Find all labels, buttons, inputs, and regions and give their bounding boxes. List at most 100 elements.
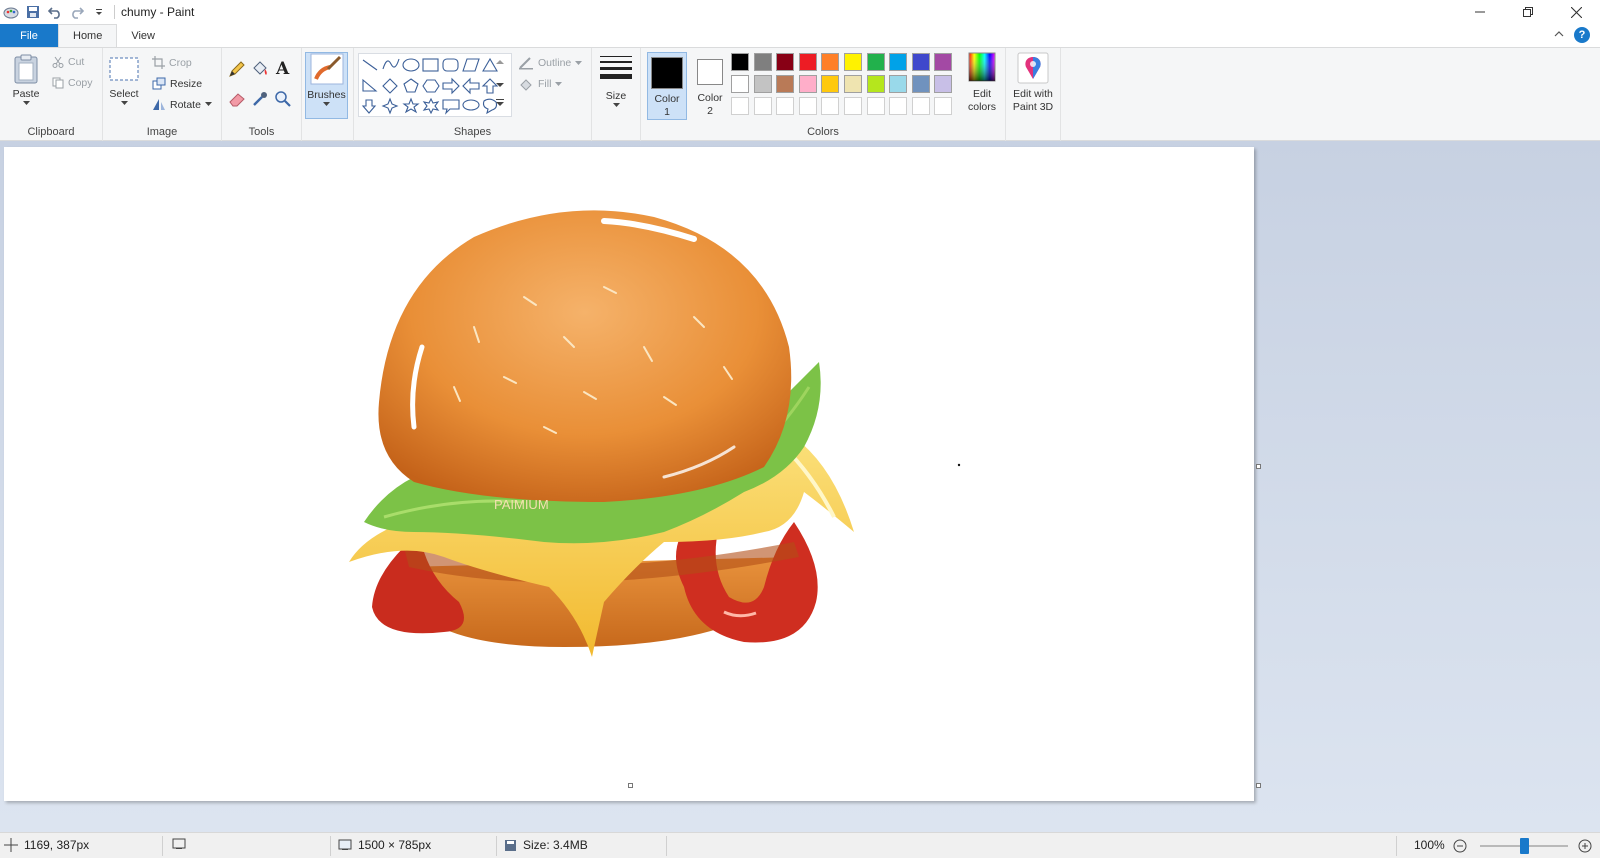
eraser-icon[interactable]: [228, 90, 246, 108]
customize-dropdown-icon[interactable]: [90, 3, 108, 21]
svg-text:A: A: [275, 59, 290, 77]
ribbon: Paste Cut Copy Clipboard Select Crop Res…: [0, 47, 1600, 141]
resize-label: Resize: [170, 77, 203, 90]
tab-home[interactable]: Home: [58, 24, 118, 47]
outline-button[interactable]: Outline: [518, 56, 583, 70]
palette-swatch[interactable]: [844, 53, 862, 71]
color1-label-line2: 1: [664, 106, 670, 118]
palette-swatch[interactable]: [798, 75, 817, 93]
minimize-button[interactable]: [1456, 0, 1504, 24]
image-group-label: Image: [146, 126, 178, 138]
palette-swatch[interactable]: [911, 75, 930, 93]
palette-swatch[interactable]: [753, 75, 772, 93]
help-icon[interactable]: ?: [1574, 27, 1590, 43]
shapes-scroll-up-icon[interactable]: [496, 56, 504, 68]
palette-swatch[interactable]: [821, 75, 840, 93]
color1-swatch: [651, 57, 683, 89]
palette-swatch[interactable]: [776, 53, 795, 71]
zoom-slider-thumb[interactable]: [1520, 838, 1529, 854]
save-icon[interactable]: [24, 3, 42, 21]
palette-swatch-empty[interactable]: [844, 97, 862, 115]
palette-swatch[interactable]: [866, 53, 885, 71]
file-size: Size: 3.4MB: [504, 838, 588, 852]
disk-icon: [505, 839, 516, 851]
quick-access-toolbar: [0, 3, 108, 21]
palette-swatch[interactable]: [821, 53, 840, 71]
canvas-resize-handle-corner[interactable]: [1256, 783, 1261, 788]
zoom-out-button[interactable]: [1453, 839, 1467, 853]
fill-button[interactable]: Fill: [518, 77, 563, 91]
chevron-down-icon: [575, 60, 583, 65]
burger-painting: PAIMIUM: [349, 210, 961, 657]
size-button[interactable]: Size: [596, 54, 636, 108]
palette-swatch[interactable]: [753, 53, 772, 71]
fill-bucket-icon[interactable]: [251, 60, 269, 78]
window-controls: [1456, 0, 1600, 24]
palette-swatch-empty[interactable]: [911, 97, 930, 115]
paint-app-icon[interactable]: [2, 3, 20, 21]
text-icon[interactable]: A: [274, 59, 292, 77]
palette-swatch[interactable]: [731, 75, 749, 93]
palette-swatch[interactable]: [866, 75, 885, 93]
collapse-ribbon-icon[interactable]: [1554, 29, 1564, 41]
edit-with-paint3d-button[interactable]: Edit with Paint 3D: [1007, 52, 1059, 114]
edit-colors-button[interactable]: Edit colors: [961, 52, 1003, 114]
cursor-position: 1169, 387px: [4, 838, 89, 852]
shapes-expand-icon[interactable]: [496, 98, 504, 110]
shapes-gallery[interactable]: [358, 53, 512, 117]
brushes-button[interactable]: Brushes: [305, 52, 348, 119]
palette-swatch-empty[interactable]: [776, 97, 795, 115]
palette-swatch-empty[interactable]: [866, 97, 885, 115]
palette-swatch-empty[interactable]: [934, 97, 953, 115]
palette-swatch-empty[interactable]: [731, 97, 749, 115]
tab-file[interactable]: File: [0, 24, 58, 47]
selection-rectangle-icon: [109, 57, 139, 81]
palette-swatch-empty[interactable]: [889, 97, 908, 115]
palette-swatch-empty[interactable]: [821, 97, 840, 115]
restore-button[interactable]: [1504, 0, 1552, 24]
rotate-label: Rotate: [170, 98, 201, 111]
tab-view[interactable]: View: [117, 24, 169, 47]
color-picker-icon[interactable]: [251, 90, 269, 108]
paste-label: Paste: [12, 88, 40, 100]
color-spectrum-icon: [968, 52, 996, 82]
palette-swatch[interactable]: [889, 75, 908, 93]
redo-icon[interactable]: [68, 3, 86, 21]
tools-group: A Tools: [222, 48, 302, 141]
palette-swatch-empty[interactable]: [798, 97, 817, 115]
palette-swatch[interactable]: [889, 53, 908, 71]
paste-button[interactable]: Paste: [8, 54, 44, 106]
cut-button[interactable]: Cut: [52, 56, 84, 68]
color1-button[interactable]: Color 1: [647, 52, 687, 120]
undo-icon[interactable]: [46, 3, 64, 21]
canvas-resize-handle-bottom[interactable]: [628, 783, 633, 788]
copy-button[interactable]: Copy: [52, 77, 93, 89]
edit-colors-label-line2: colors: [967, 101, 996, 113]
palette-swatch-empty[interactable]: [753, 97, 772, 115]
palette-swatch[interactable]: [844, 75, 862, 93]
palette-swatch[interactable]: [731, 53, 749, 71]
zoom-in-button[interactable]: [1578, 839, 1592, 853]
drawing-canvas[interactable]: PAIMIUM: [4, 147, 1254, 801]
palette-swatch[interactable]: [776, 75, 795, 93]
select-button[interactable]: Select: [107, 56, 141, 106]
close-button[interactable]: [1552, 0, 1600, 24]
paint3d-label-line1: Edit with: [1013, 88, 1053, 100]
window-title: chumy - Paint: [121, 5, 195, 19]
palette-swatch[interactable]: [934, 75, 953, 93]
pencil-icon[interactable]: [228, 60, 246, 78]
resize-button[interactable]: Resize: [152, 77, 202, 90]
crosshair-icon: [4, 838, 18, 852]
canvas-resize-handle-right[interactable]: [1256, 464, 1261, 469]
shapes-scroll-down-icon[interactable]: [496, 79, 504, 91]
palette-swatch[interactable]: [911, 53, 930, 71]
zoom-out-icon: [1453, 839, 1467, 853]
rotate-button[interactable]: Rotate: [152, 98, 212, 111]
palette-swatch[interactable]: [798, 53, 817, 71]
magnifier-icon[interactable]: [274, 90, 292, 108]
ribbon-tabs: File Home View ?: [0, 24, 1600, 47]
crop-button[interactable]: Crop: [152, 56, 192, 69]
chevron-down-icon: [204, 102, 212, 106]
color2-button[interactable]: Color 2: [690, 52, 730, 120]
palette-swatch[interactable]: [934, 53, 953, 71]
